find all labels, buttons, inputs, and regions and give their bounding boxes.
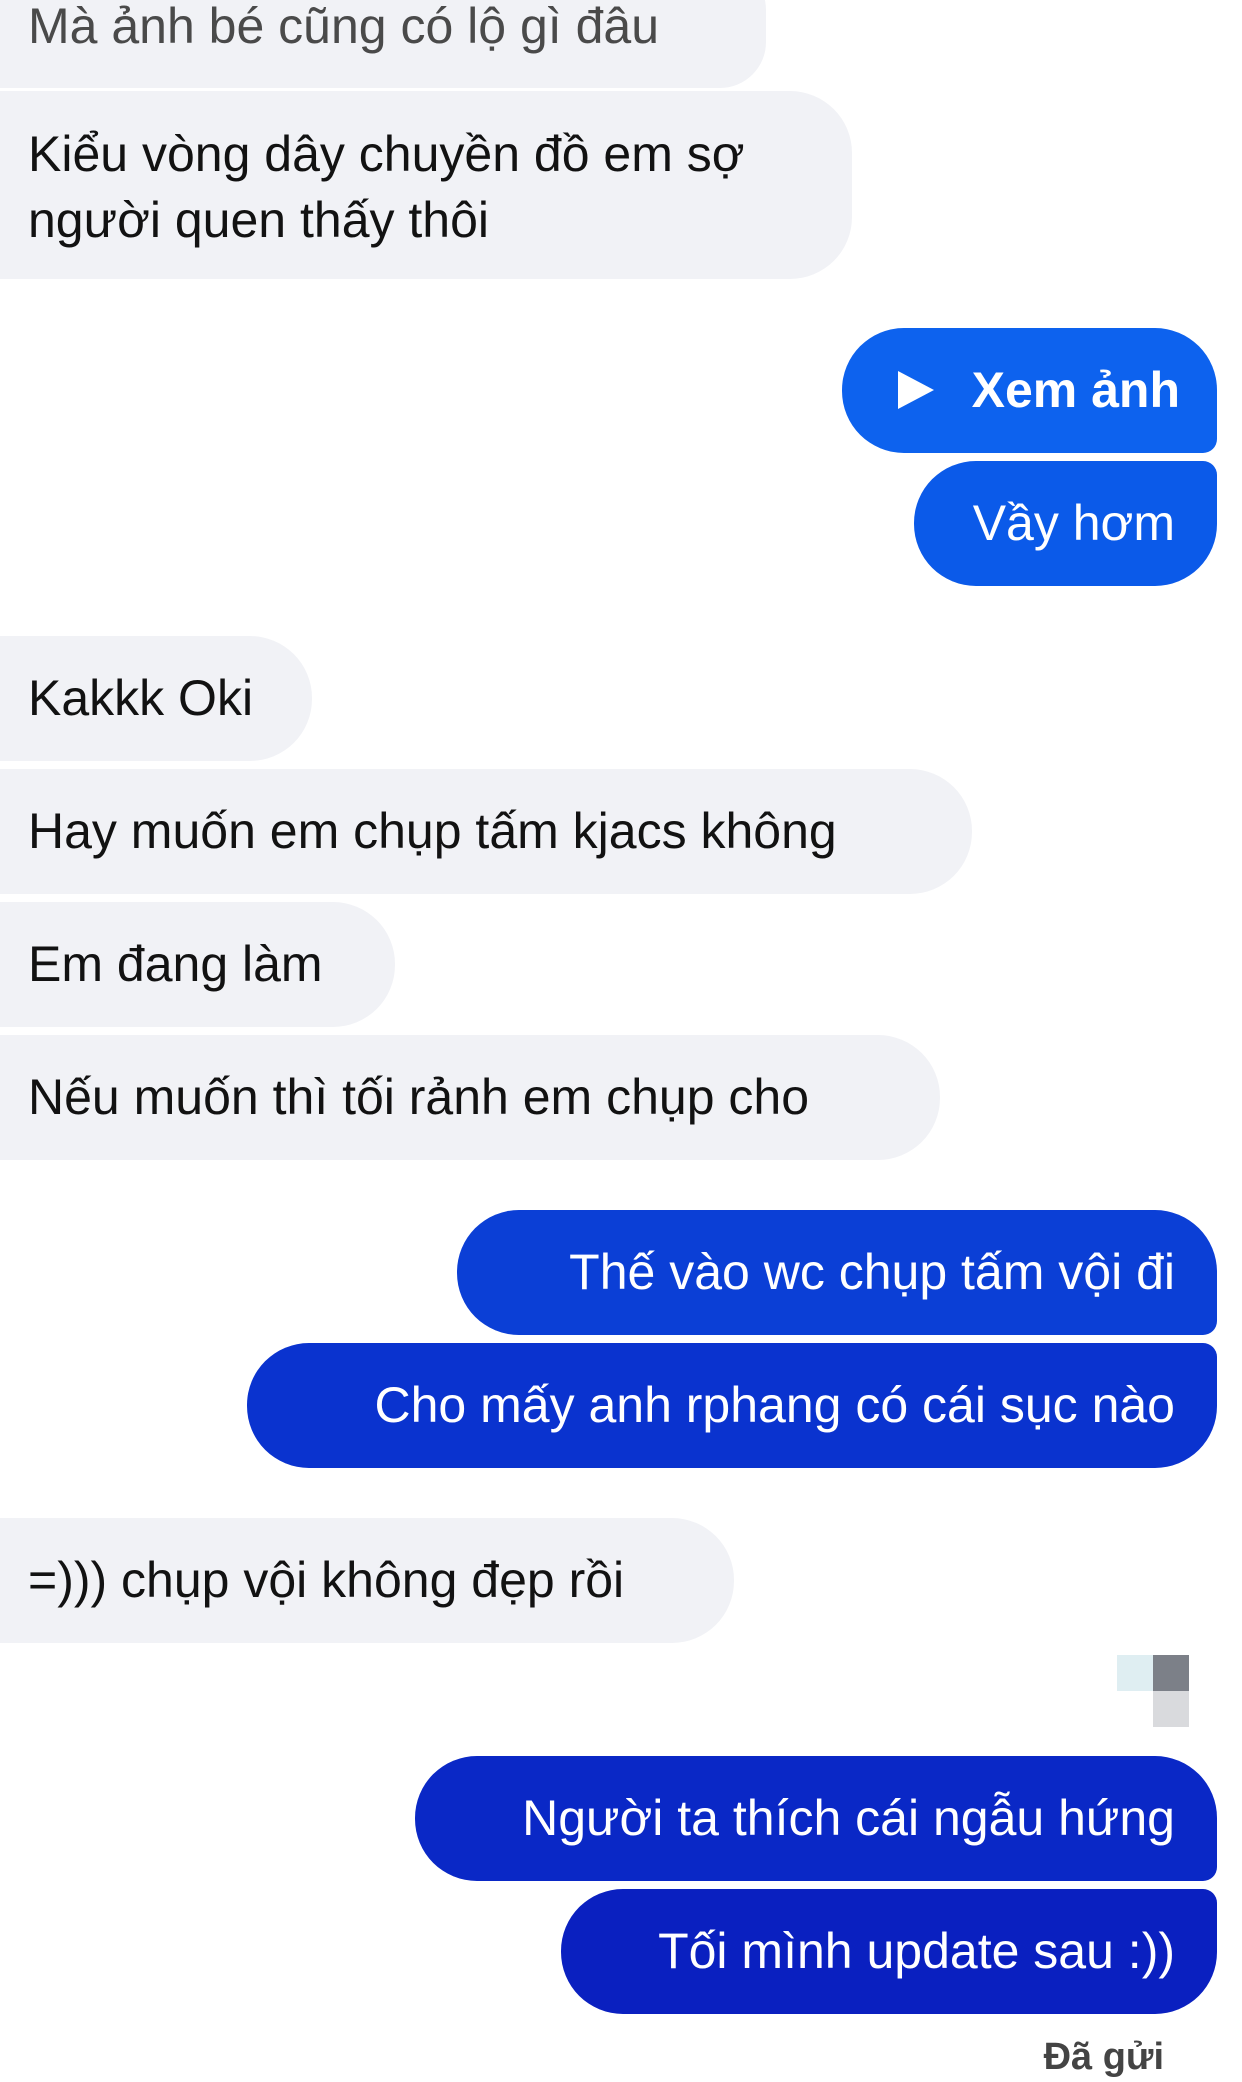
message-text: Kiểu vòng dây chuyền đồ em sợ người quen…	[28, 126, 745, 248]
message-text: Mà ảnh bé cũng có lộ gì đâu	[28, 0, 660, 54]
message-incoming[interactable]: Hay muốn em chụp tấm kjacs không	[0, 769, 972, 894]
message-outgoing[interactable]: Thế vào wc chụp tấm vội đi	[457, 1210, 1217, 1335]
message-incoming[interactable]: Kakkk Oki	[0, 636, 312, 761]
message-text: Nếu muốn thì tối rảnh em chụp cho	[28, 1069, 810, 1125]
message-text: Tối mình update sau :))	[658, 1923, 1175, 1979]
message-incoming[interactable]: Mà ảnh bé cũng có lộ gì đâu	[0, 0, 766, 88]
message-incoming[interactable]: Kiểu vòng dây chuyền đồ em sợ người quen…	[0, 91, 852, 279]
message-incoming[interactable]: Em đang làm	[0, 902, 395, 1027]
message-incoming[interactable]: =))) chụp vội không đẹp rồi	[0, 1518, 734, 1643]
message-outgoing[interactable]: Vầy hơm	[914, 461, 1217, 586]
message-text: Cho mấy anh rphang có cái sục nào	[374, 1377, 1176, 1433]
message-text: Hay muốn em chụp tấm kjacs không	[28, 803, 837, 859]
message-text: =))) chụp vội không đẹp rồi	[28, 1552, 625, 1608]
seen-avatar-icon	[1117, 1655, 1189, 1727]
message-outgoing[interactable]: Cho mấy anh rphang có cái sục nào	[247, 1343, 1217, 1468]
message-incoming[interactable]: Nếu muốn thì tối rảnh em chụp cho	[0, 1035, 940, 1160]
message-outgoing[interactable]: Người ta thích cái ngẫu hứng	[415, 1756, 1217, 1881]
sent-status: Đã gửi	[1043, 2036, 1164, 2078]
message-text: Người ta thích cái ngẫu hứng	[522, 1790, 1175, 1846]
message-text: Em đang làm	[28, 936, 323, 992]
message-text: Xem ảnh	[971, 362, 1180, 418]
message-text: Thế vào wc chụp tấm vội đi	[569, 1244, 1175, 1300]
view-photo-button[interactable]: Xem ảnh	[842, 328, 1217, 453]
message-text: Vầy hơm	[972, 495, 1175, 551]
message-outgoing[interactable]: Tối mình update sau :))	[561, 1889, 1217, 2014]
play-icon	[897, 370, 934, 409]
message-text: Kakkk Oki	[28, 670, 254, 726]
